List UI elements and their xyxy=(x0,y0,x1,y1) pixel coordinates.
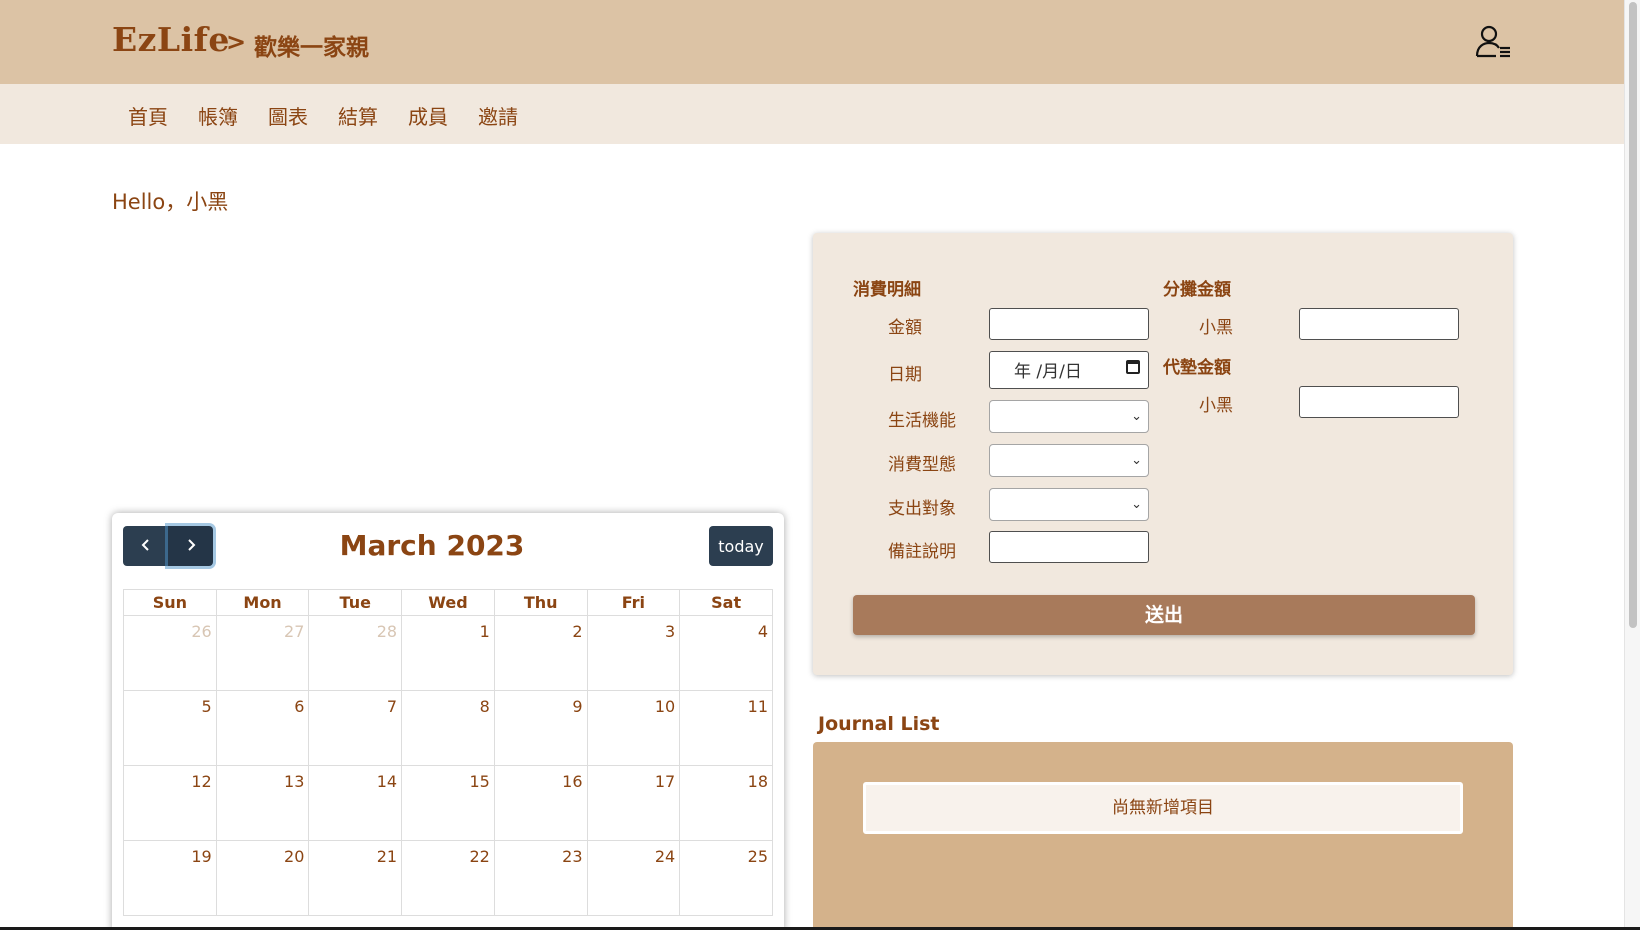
note-input[interactable] xyxy=(989,531,1149,563)
calendar-day[interactable]: 28 xyxy=(308,615,403,691)
calendar-day[interactable]: 27 xyxy=(215,615,310,691)
submit-button[interactable]: 送出 xyxy=(853,595,1475,635)
expense-form: 消費明細 金額 日期 年 /月/日 生活機能 ⌄ 消費型態 ⌄ 支出對象 ⌄ 備… xyxy=(813,233,1513,675)
calendar-day[interactable]: 26 xyxy=(123,615,217,691)
weekday-header: Thu xyxy=(493,589,588,616)
calendar-week: 12 13 14 15 16 17 18 xyxy=(123,765,773,841)
chevron-right-icon xyxy=(184,537,198,556)
journal-empty-message: 尚無新增項目 xyxy=(863,782,1463,834)
calendar-day[interactable]: 11 xyxy=(679,690,773,766)
category-label: 生活機能 xyxy=(888,411,956,431)
calendar-day[interactable]: 20 xyxy=(215,840,310,916)
calendar-day[interactable]: 2 xyxy=(493,615,588,691)
brand-logo[interactable]: EzLife xyxy=(112,20,230,59)
nav-item-members[interactable]: 成員 xyxy=(408,101,448,130)
family-name[interactable]: 歡樂一家親 xyxy=(254,28,369,62)
amount-label: 金額 xyxy=(888,318,922,338)
page-scrollbar-thumb[interactable] xyxy=(1629,2,1637,628)
category-select[interactable]: ⌄ xyxy=(989,400,1149,433)
date-placeholder: 年 /月/日 xyxy=(1014,362,1082,382)
calendar-day[interactable]: 21 xyxy=(308,840,403,916)
calendar: March 2023 today Sun Mon Tue Wed Thu Fri… xyxy=(112,513,784,930)
chevron-down-icon: ⌄ xyxy=(1131,409,1142,424)
journal-list-title: Journal List xyxy=(818,713,940,735)
nav-item-invite[interactable]: 邀請 xyxy=(478,101,518,130)
weekday-header: Sat xyxy=(679,589,773,616)
target-label: 支出對象 xyxy=(888,499,956,519)
calendar-day[interactable]: 18 xyxy=(679,765,773,841)
calendar-day[interactable]: 17 xyxy=(586,765,681,841)
calendar-week: 26 27 28 1 2 3 4 xyxy=(123,615,773,691)
advance-amount-input[interactable] xyxy=(1299,386,1459,418)
date-label: 日期 xyxy=(888,365,922,385)
calendar-day[interactable]: 22 xyxy=(401,840,495,916)
nav-item-home[interactable]: 首頁 xyxy=(128,101,168,130)
top-bar: EzLife > 歡樂一家親 xyxy=(0,0,1624,84)
calendar-day[interactable]: 14 xyxy=(308,765,403,841)
calendar-icon[interactable] xyxy=(1126,360,1140,374)
type-label: 消費型態 xyxy=(888,455,956,475)
calendar-day[interactable]: 3 xyxy=(586,615,681,691)
calendar-week: 5 6 7 8 9 10 11 xyxy=(123,690,773,766)
calendar-day[interactable]: 4 xyxy=(679,615,773,691)
calendar-title: March 2023 xyxy=(339,529,525,562)
calendar-prev-button[interactable] xyxy=(123,526,168,566)
detail-section-title: 消費明細 xyxy=(853,280,921,300)
split-section-title: 分攤金額 xyxy=(1163,280,1231,300)
chevron-down-icon: ⌄ xyxy=(1131,497,1142,512)
advance-member-label: 小黑 xyxy=(1199,396,1233,416)
calendar-day[interactable]: 25 xyxy=(679,840,773,916)
chevron-down-icon: ⌄ xyxy=(1131,453,1142,468)
nav-item-ledger[interactable]: 帳簿 xyxy=(198,101,238,130)
calendar-day[interactable]: 19 xyxy=(123,840,217,916)
type-select[interactable]: ⌄ xyxy=(989,444,1149,477)
weekday-header: Sun xyxy=(123,589,217,616)
calendar-day[interactable]: 7 xyxy=(308,690,403,766)
calendar-next-button[interactable] xyxy=(168,526,213,566)
nav-item-settlement[interactable]: 結算 xyxy=(338,101,378,130)
nav-bar: 首頁 帳簿 圖表 結算 成員 邀請 xyxy=(0,84,1624,144)
nav-item-charts[interactable]: 圖表 xyxy=(268,101,308,130)
calendar-day[interactable]: 10 xyxy=(586,690,681,766)
calendar-day[interactable]: 5 xyxy=(123,690,217,766)
calendar-today-button[interactable]: today xyxy=(709,526,773,566)
advance-section-title: 代墊金額 xyxy=(1163,358,1231,378)
calendar-day[interactable]: 8 xyxy=(401,690,495,766)
calendar-day[interactable]: 12 xyxy=(123,765,217,841)
amount-input[interactable] xyxy=(989,308,1149,340)
calendar-grid: Sun Mon Tue Wed Thu Fri Sat 26 27 28 1 2… xyxy=(123,589,773,916)
calendar-day[interactable]: 1 xyxy=(401,615,495,691)
calendar-day[interactable]: 15 xyxy=(401,765,495,841)
user-list-icon[interactable] xyxy=(1474,22,1514,62)
calendar-day[interactable]: 16 xyxy=(493,765,588,841)
chevron-left-icon xyxy=(139,537,153,556)
breadcrumb-separator: > xyxy=(226,28,247,56)
calendar-day[interactable]: 13 xyxy=(215,765,310,841)
journal-list: 尚無新增項目 xyxy=(813,742,1513,930)
split-member-label: 小黑 xyxy=(1199,318,1233,338)
greeting: Hello，小黑 xyxy=(112,190,229,214)
date-input[interactable]: 年 /月/日 xyxy=(989,351,1149,389)
weekday-header: Tue xyxy=(308,589,403,616)
weekday-header: Fri xyxy=(586,589,681,616)
note-label: 備註說明 xyxy=(888,542,956,562)
target-select[interactable]: ⌄ xyxy=(989,488,1149,521)
split-amount-input[interactable] xyxy=(1299,308,1459,340)
weekday-header: Wed xyxy=(401,589,495,616)
calendar-day[interactable]: 23 xyxy=(493,840,588,916)
weekday-header: Mon xyxy=(215,589,310,616)
calendar-day[interactable]: 24 xyxy=(586,840,681,916)
calendar-week: 19 20 21 22 23 24 25 xyxy=(123,840,773,916)
calendar-day[interactable]: 9 xyxy=(493,690,588,766)
calendar-day[interactable]: 6 xyxy=(215,690,310,766)
